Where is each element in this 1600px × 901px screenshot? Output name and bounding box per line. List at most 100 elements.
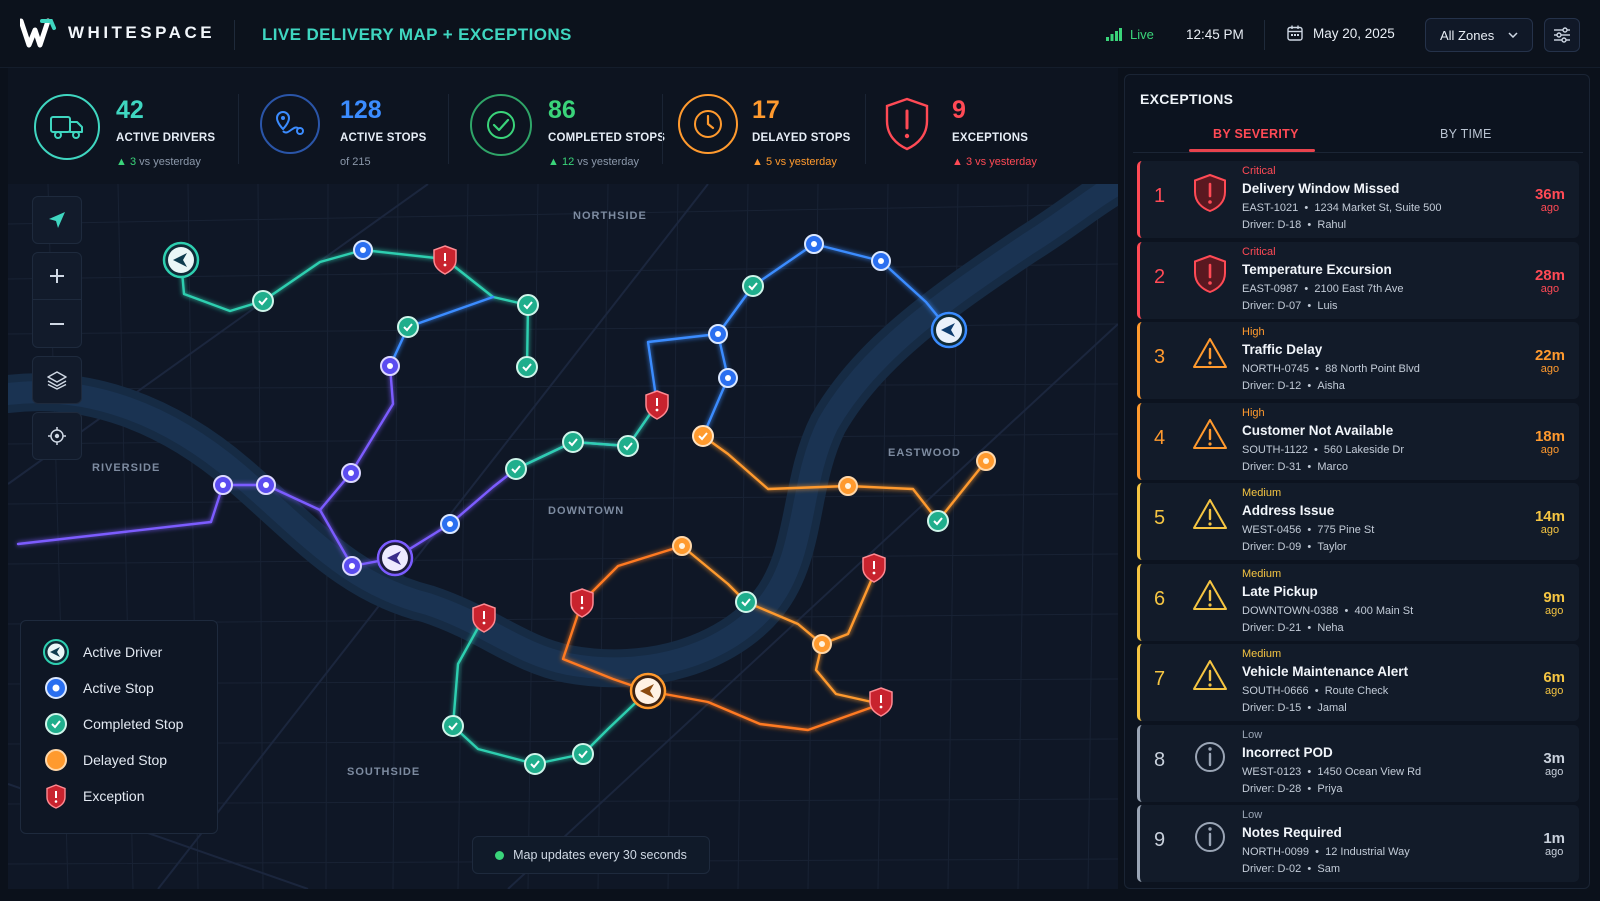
delivery-map[interactable]: NORTHSIDE RIVERSIDE EASTWOOD DOWNTOWN SO… <box>8 184 1118 889</box>
kpi-divider <box>865 94 866 164</box>
warning-triangle-icon <box>1192 495 1228 535</box>
completed-stop-marker[interactable] <box>927 510 949 532</box>
completed-stop-marker[interactable] <box>742 275 764 297</box>
locate-button[interactable] <box>32 412 82 460</box>
route-pin-icon <box>275 110 304 135</box>
exception-marker[interactable] <box>472 603 496 633</box>
tab-by-time[interactable]: BY TIME <box>1440 127 1492 141</box>
navigate-button[interactable] <box>32 196 82 244</box>
completed-stop-marker[interactable] <box>442 715 464 737</box>
completed-stop-marker[interactable] <box>505 458 527 480</box>
zoom-in-button[interactable] <box>33 253 81 301</box>
active-stop-marker[interactable] <box>718 368 738 388</box>
active-stop-marker[interactable] <box>440 514 460 534</box>
header-divider-2 <box>1264 20 1265 50</box>
exception-title: Incorrect POD <box>1242 744 1333 760</box>
exception-severity: Medium <box>1242 487 1282 499</box>
exception-title: Address Issue <box>1242 503 1335 518</box>
delayed-stop-marker[interactable] <box>838 476 858 496</box>
completed-stop-marker[interactable] <box>397 316 419 338</box>
truck-icon <box>50 116 83 139</box>
completed-stop-marker[interactable] <box>617 435 639 457</box>
tab-by-severity[interactable]: BY SEVERITY <box>1213 127 1299 141</box>
delayed-stop-marker[interactable] <box>976 451 996 471</box>
exception-marker[interactable] <box>862 553 886 583</box>
exception-card[interactable]: 7 Medium Vehicle Maintenance Alert SOUTH-06… <box>1137 644 1579 721</box>
exception-marker[interactable] <box>433 245 457 275</box>
kpi-ring <box>260 94 320 154</box>
driver-marker[interactable] <box>162 241 200 279</box>
exception-card[interactable]: 4 High Customer Not Available SOUTH-1122 • … <box>1137 402 1579 480</box>
tab-divider <box>1133 152 1583 153</box>
kpi-label: ACTIVE STOPS <box>340 132 427 144</box>
chevron-down-icon <box>1508 32 1518 38</box>
layers-button[interactable] <box>32 356 82 404</box>
zoom-controls <box>32 252 82 348</box>
completed-stop-marker[interactable] <box>524 753 546 775</box>
zone-select[interactable]: All Zones <box>1425 18 1533 52</box>
info-circle-icon <box>1192 737 1228 777</box>
exception-card[interactable]: 3 High Traffic Delay NORTH-0745 • 88 North … <box>1137 322 1579 399</box>
exception-age: 9m ago <box>1543 588 1565 617</box>
live-indicator: Live <box>1106 27 1154 42</box>
date-picker[interactable]: May 20, 2025 <box>1287 25 1395 41</box>
zone-select-value: All Zones <box>1440 27 1495 43</box>
exception-rank: 3 <box>1154 346 1166 368</box>
completed-stop-icon <box>45 713 67 735</box>
completed-stop-marker[interactable] <box>735 591 757 613</box>
zoom-out-button[interactable] <box>33 300 81 347</box>
delayed-stop-marker[interactable] <box>692 425 714 447</box>
warning-triangle-icon <box>1192 656 1228 696</box>
active-stop-marker[interactable] <box>342 556 362 576</box>
exception-card[interactable]: 2 Critical Temperature Excursion EAST-0987 … <box>1137 241 1579 319</box>
exception-driver: Driver: D-28 • Priya <box>1242 782 1343 795</box>
driver-marker[interactable] <box>629 672 667 710</box>
exception-card[interactable]: 6 Medium Late Pickup DOWNTOWN-0388 • 400 Ma… <box>1137 563 1579 641</box>
completed-stop-marker[interactable] <box>562 431 584 453</box>
kpi-delta: ▲ 12 vs yesterday <box>548 156 640 168</box>
status-dot-icon <box>495 850 505 860</box>
driver-marker[interactable] <box>376 539 414 577</box>
active-stop-marker[interactable] <box>708 324 728 344</box>
driver-marker[interactable] <box>930 311 968 349</box>
layers-icon <box>47 371 67 390</box>
shield-alert-icon <box>885 97 929 151</box>
map-legend: Active Driver Active Stop Completed Stop… <box>20 620 218 834</box>
exception-severity: Medium <box>1242 648 1282 660</box>
exception-driver: Driver: D-15 • Jamal <box>1242 702 1347 714</box>
completed-stop-marker[interactable] <box>517 294 539 316</box>
active-stop-marker[interactable] <box>353 240 373 260</box>
exception-marker[interactable] <box>645 390 669 420</box>
completed-stop-marker[interactable] <box>516 356 538 378</box>
kpi-divider <box>238 94 239 164</box>
delayed-stop-marker[interactable] <box>812 634 832 654</box>
exception-detail: SOUTH-0666 • Route Check <box>1242 685 1389 697</box>
exception-card[interactable]: 8 Low Incorrect POD WEST-0123 • 1450 Ocean … <box>1137 724 1579 802</box>
exception-card[interactable]: 1 Critical Delivery Window Missed EAST-1021… <box>1137 161 1579 238</box>
exception-card[interactable]: 9 Low Notes Required NORTH-0099 • 12 Indust… <box>1137 805 1579 882</box>
active-stop-icon <box>45 677 67 699</box>
active-stop-marker[interactable] <box>213 475 233 495</box>
completed-stop-marker[interactable] <box>572 743 594 765</box>
active-stop-marker[interactable] <box>804 234 824 254</box>
brand-logo[interactable]: WHITESPACE <box>20 18 215 48</box>
delayed-stop-marker[interactable] <box>672 536 692 556</box>
exception-rank: 7 <box>1154 668 1166 690</box>
active-stop-marker[interactable] <box>256 475 276 495</box>
exception-title: Late Pickup <box>1242 583 1318 599</box>
exception-driver: Driver: D-31 • Marco <box>1242 460 1348 473</box>
exception-rank: 6 <box>1154 587 1166 610</box>
active-stop-marker[interactable] <box>871 251 891 271</box>
signal-bars-icon <box>1106 28 1122 41</box>
exception-title: Vehicle Maintenance Alert <box>1242 664 1409 679</box>
filter-settings-button[interactable] <box>1544 18 1580 52</box>
active-stop-marker[interactable] <box>341 463 361 483</box>
exception-marker[interactable] <box>869 687 893 717</box>
exception-card[interactable]: 5 Medium Address Issue WEST-0456 • 775 Pine… <box>1137 483 1579 560</box>
completed-stop-marker[interactable] <box>252 290 274 312</box>
exception-marker[interactable] <box>570 588 594 618</box>
exception-icon <box>46 784 66 809</box>
warning-triangle-icon <box>1192 334 1228 374</box>
kpi-value: 42 <box>116 96 144 124</box>
active-stop-marker[interactable] <box>380 356 400 376</box>
